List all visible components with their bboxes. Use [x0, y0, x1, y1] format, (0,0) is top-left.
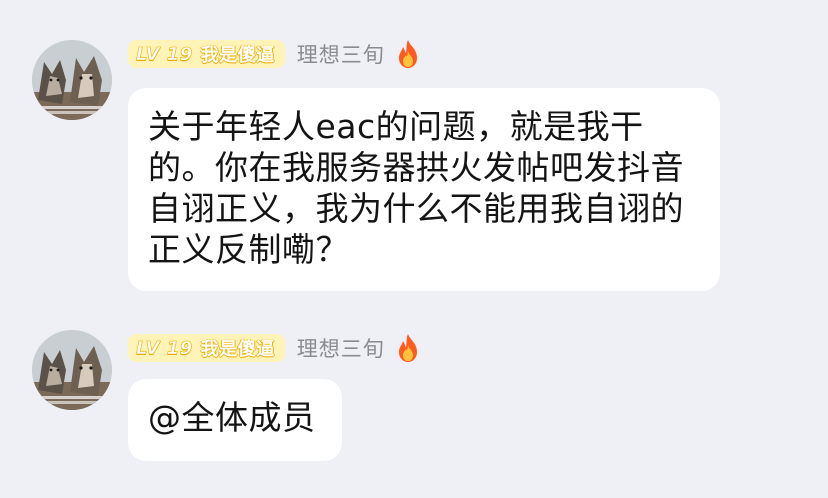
avatar[interactable]	[32, 40, 112, 120]
wolf-avatar-icon	[32, 330, 112, 410]
message-text-line: @全体成员	[148, 398, 316, 437]
level-badge: LV 19 我是傻逼	[128, 40, 285, 68]
username[interactable]: 理想三旬	[297, 333, 385, 363]
member-title: 我是傻逼	[200, 339, 275, 360]
message-text-line: 关于年轻人eac的问题，就是我干	[148, 107, 644, 146]
level-badge: LV 19 我是傻逼	[128, 334, 285, 362]
message-header: LV 19 我是傻逼 理想三旬	[128, 39, 421, 69]
message-header: LV 19 我是傻逼 理想三旬	[128, 333, 421, 363]
message-text-line: 正义反制嘞？	[148, 230, 349, 269]
message-bubble[interactable]: @全体成员	[128, 379, 342, 461]
fire-icon	[398, 40, 417, 68]
username[interactable]: 理想三旬	[297, 39, 385, 69]
message-bubble[interactable]: 关于年轻人eac的问题，就是我干 的。你在我服务器拱火发帖吧发抖音 自诩正义，我…	[128, 88, 720, 291]
avatar[interactable]	[32, 330, 112, 410]
member-title: 我是傻逼	[200, 45, 275, 66]
chat-message: LV 19 我是傻逼 理想三旬 关于年轻人eac的问题，就是我干 的。你在我服务…	[0, 0, 828, 300]
wolf-avatar-icon	[32, 40, 112, 120]
fire-icon	[398, 334, 417, 362]
chat-message: LV 19 我是傻逼 理想三旬	[0, 300, 828, 498]
level-label: LV 19	[136, 43, 193, 65]
message-text-line: 自诩正义，我为什么不能用我自诩的	[148, 189, 684, 228]
message-text-line: 的。你在我服务器拱火发帖吧发抖音	[148, 148, 684, 187]
level-label: LV 19	[136, 337, 193, 359]
